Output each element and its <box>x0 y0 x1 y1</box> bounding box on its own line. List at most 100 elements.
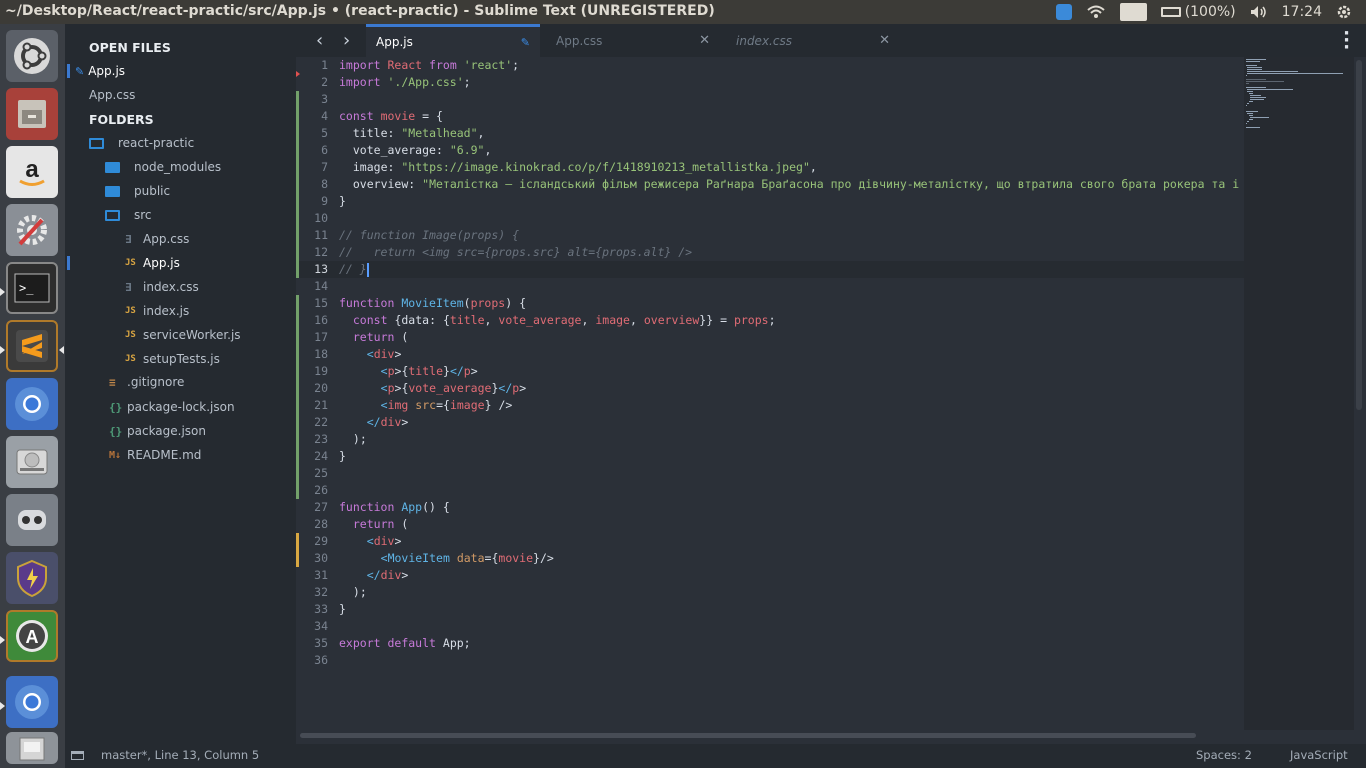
tab-app-js[interactable]: App.js ✎ <box>366 24 540 57</box>
code-line[interactable]: 35 export default App; <box>296 635 1244 652</box>
ubuntu-dash-icon[interactable] <box>6 30 58 82</box>
code-line[interactable]: 4 const movie = { <box>296 108 1244 125</box>
tab-index-css[interactable]: index.css ✕ <box>726 24 900 57</box>
tree-file-index-css[interactable]: ∃ index.css <box>125 277 199 297</box>
syntax-selector[interactable]: JavaScript <box>1290 748 1348 762</box>
code-text: overview: "Металістка – ісландський філь… <box>352 177 1240 191</box>
code-line[interactable]: 10 <box>296 210 1244 227</box>
pencil-icon: ✎ <box>75 64 85 78</box>
tree-folder-public[interactable]: public <box>105 181 170 201</box>
code-line[interactable]: 36 <box>296 652 1244 669</box>
code-line[interactable]: 13 // } <box>296 261 1244 278</box>
code-line[interactable]: 12 // return <img src={props.src} alt={pr… <box>296 244 1244 261</box>
code-text: </div> <box>366 568 409 582</box>
tree-file-package-lock-json[interactable]: {} package-lock.json <box>109 397 235 417</box>
tree-folder-src[interactable]: src <box>105 205 152 225</box>
code-line[interactable]: 20 <p>{vote_average}</p> <box>296 380 1244 397</box>
software-updater-icon[interactable]: A <box>6 610 58 662</box>
code-line[interactable]: 15 function MovieItem(props) { <box>296 295 1244 312</box>
code-line[interactable]: 25 <box>296 465 1244 482</box>
minimap-line <box>1247 69 1263 70</box>
tab-app-css[interactable]: App.css ✕ <box>546 24 720 57</box>
tree-folder-node-modules[interactable]: node_modules <box>105 157 221 177</box>
minimap-line <box>1248 119 1254 120</box>
code-line[interactable]: 28 return ( <box>296 516 1244 533</box>
code-line[interactable]: 32 ); <box>296 584 1244 601</box>
code-line[interactable]: 34 <box>296 618 1244 635</box>
disk-icon[interactable] <box>6 436 58 488</box>
line-number: 33 <box>314 602 328 616</box>
tree-file-package-json[interactable]: {} package.json <box>109 421 206 441</box>
code-text: } <box>339 194 346 208</box>
panel-toggle-icon[interactable] <box>71 751 84 760</box>
code-line[interactable]: 18 <div> <box>296 346 1244 363</box>
code-line[interactable]: 9} <box>296 193 1244 210</box>
code-line[interactable]: 7 image: "https://image.kinokrad.co/p/f/… <box>296 159 1244 176</box>
code-line[interactable]: 1 import React from 'react'; <box>296 57 1244 77</box>
tree-file-readme-md[interactable]: M↓ README.md <box>109 445 201 465</box>
code-line[interactable]: 2 import './App.css'; <box>296 74 1244 91</box>
code-line[interactable]: 16 const {data: {title, vote_average, im… <box>296 312 1244 329</box>
code-line[interactable]: 3 <box>296 91 1244 108</box>
shield-app-icon[interactable] <box>6 552 58 604</box>
system-settings-icon[interactable] <box>6 204 58 256</box>
code-line[interactable]: 30 <MovieItem data={movie}/> <box>296 550 1244 567</box>
indentation-setting[interactable]: Spaces: 2 <box>1196 748 1252 762</box>
wifi-icon[interactable] <box>1086 4 1106 20</box>
code-line[interactable]: 27 function App() { <box>296 499 1244 516</box>
tree-folder-react-practic[interactable]: react-practic <box>89 133 194 153</box>
code-line[interactable]: 31 </div> <box>296 567 1244 584</box>
line-number: 11 <box>314 228 328 242</box>
amazon-icon[interactable]: a <box>6 146 58 198</box>
code-line[interactable]: 6 vote_average: "6.9", <box>296 142 1244 159</box>
code-line[interactable]: 8 overview: "Металістка – ісландський фі… <box>296 176 1244 193</box>
vertical-scrollbar[interactable] <box>1356 60 1362 410</box>
code-line[interactable]: 22 </div> <box>296 414 1244 431</box>
tree-label: serviceWorker.js <box>143 328 241 342</box>
chromium-icon[interactable] <box>6 378 58 430</box>
power-gear-icon[interactable] <box>1336 4 1352 20</box>
code-editor[interactable]: 1 import React from 'react'; 2 import './Ap… <box>296 57 1244 730</box>
minimap[interactable] <box>1244 57 1354 730</box>
minimap-line <box>1250 97 1266 98</box>
nav-forward-button[interactable]: › <box>343 30 350 51</box>
volume-icon[interactable] <box>1250 5 1268 19</box>
open-file-app-css[interactable]: App.css <box>89 85 135 105</box>
horizontal-scrollbar[interactable] <box>300 733 1196 738</box>
robot-app-icon[interactable] <box>6 494 58 546</box>
nav-back-button[interactable]: ‹ <box>316 30 323 51</box>
tree-file-gitignore[interactable]: ≡ .gitignore <box>109 372 184 392</box>
tree-file-index-js[interactable]: JS index.js <box>125 301 189 321</box>
line-number: 19 <box>314 364 328 378</box>
code-line[interactable]: 14 <box>296 278 1244 295</box>
open-file-app-js[interactable]: ✎ App.js <box>75 61 125 81</box>
terminal-icon[interactable]: >_ <box>6 262 58 314</box>
clock[interactable]: 17:24 <box>1282 4 1322 20</box>
git-and-cursor-position[interactable]: master*, Line 13, Column 5 <box>101 748 259 762</box>
keyboard-layout-indicator[interactable]: Ru <box>1119 3 1147 21</box>
code-text: </div> <box>366 415 409 429</box>
code-line[interactable]: 21 <img src={image} /> <box>296 397 1244 414</box>
file-manager-icon[interactable] <box>6 88 58 140</box>
code-line[interactable]: 19 <p>{title}</p> <box>296 363 1244 380</box>
code-line[interactable]: 17 return ( <box>296 329 1244 346</box>
code-line[interactable]: 33} <box>296 601 1244 618</box>
tree-file-serviceworker-js[interactable]: JS serviceWorker.js <box>125 325 241 345</box>
sublime-text-icon[interactable] <box>6 320 58 372</box>
code-line[interactable]: 24} <box>296 448 1244 465</box>
battery-indicator[interactable]: (100%) <box>1160 4 1236 20</box>
chromium-2-icon[interactable] <box>6 676 58 728</box>
trash-icon[interactable] <box>6 732 58 764</box>
code-line[interactable]: 5 title: "Metalhead", <box>296 125 1244 142</box>
close-icon[interactable]: ✕ <box>699 33 710 48</box>
tree-file-setuptests-js[interactable]: JS setupTests.js <box>125 349 220 369</box>
code-line[interactable]: 23 ); <box>296 431 1244 448</box>
tree-file-app-css[interactable]: ∃ App.css <box>125 229 189 249</box>
code-line[interactable]: 11 // function Image(props) { <box>296 227 1244 244</box>
teamviewer-icon[interactable] <box>1055 4 1072 20</box>
code-line[interactable]: 26 <box>296 482 1244 499</box>
tree-file-app-js[interactable]: JS App.js <box>125 253 180 273</box>
code-line[interactable]: 29 <div> <box>296 533 1244 550</box>
more-options-icon[interactable]: · · · <box>1343 25 1350 57</box>
close-icon[interactable]: ✕ <box>879 33 890 48</box>
